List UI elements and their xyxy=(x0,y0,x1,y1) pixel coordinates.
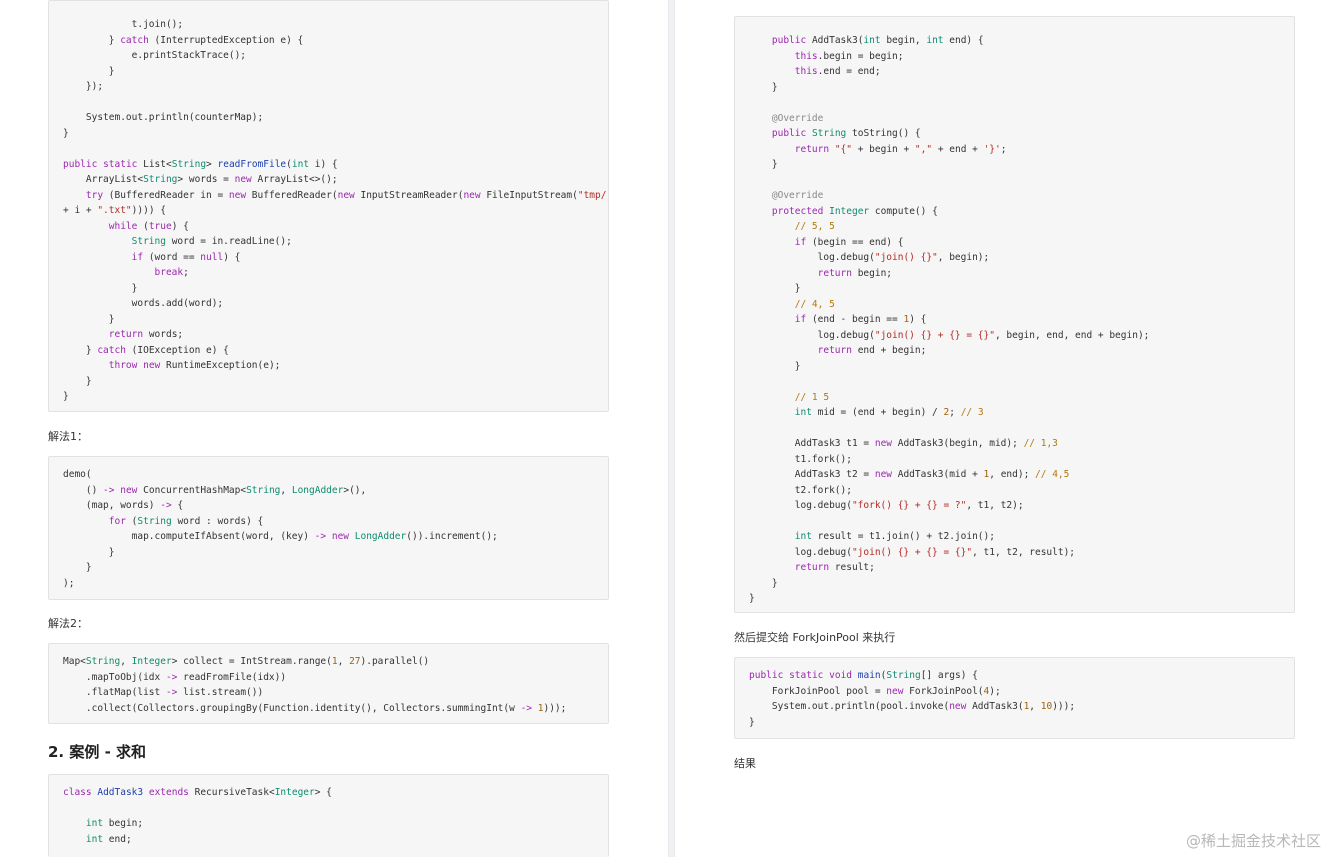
submit-forkjoinpool-label: 然后提交给 ForkJoinPool 来执行 xyxy=(734,631,896,644)
watermark: @稀土掘金技术社区 xyxy=(1185,832,1321,850)
code-block-addtask3-body: public AddTask3(int begin, int end) { th… xyxy=(734,16,1295,613)
code-lines: demo( () -> new ConcurrentHashMap<String… xyxy=(63,469,498,589)
code-block-solution-1: demo( () -> new ConcurrentHashMap<String… xyxy=(48,456,609,600)
left-page: t.join(); } catch (InterruptedException … xyxy=(0,0,668,857)
code-lines: t.join(); } catch (InterruptedException … xyxy=(63,19,609,402)
solution-1-label: 解法1： xyxy=(48,430,88,443)
code-lines: class AddTask3 extends RecursiveTask<Int… xyxy=(63,787,332,845)
code-block-read-from-file: t.join(); } catch (InterruptedException … xyxy=(48,0,609,412)
code-block-addtask3-class: class AddTask3 extends RecursiveTask<Int… xyxy=(48,774,609,857)
code-lines: public AddTask3(int begin, int end) { th… xyxy=(749,35,1150,604)
solution-2-label: 解法2： xyxy=(48,617,88,630)
code-block-solution-2: Map<String, Integer> collect = IntStream… xyxy=(48,643,609,724)
code-lines: public static void main(String[] args) {… xyxy=(749,670,1076,728)
right-page: public AddTask3(int begin, int end) { th… xyxy=(675,0,1327,857)
code-block-main: public static void main(String[] args) {… xyxy=(734,657,1295,739)
page-gutter xyxy=(668,0,675,857)
section-heading: 2. 案例 - 求和 xyxy=(48,743,147,761)
code-lines: Map<String, Integer> collect = IntStream… xyxy=(63,656,567,714)
result-label: 结果 xyxy=(734,757,756,770)
